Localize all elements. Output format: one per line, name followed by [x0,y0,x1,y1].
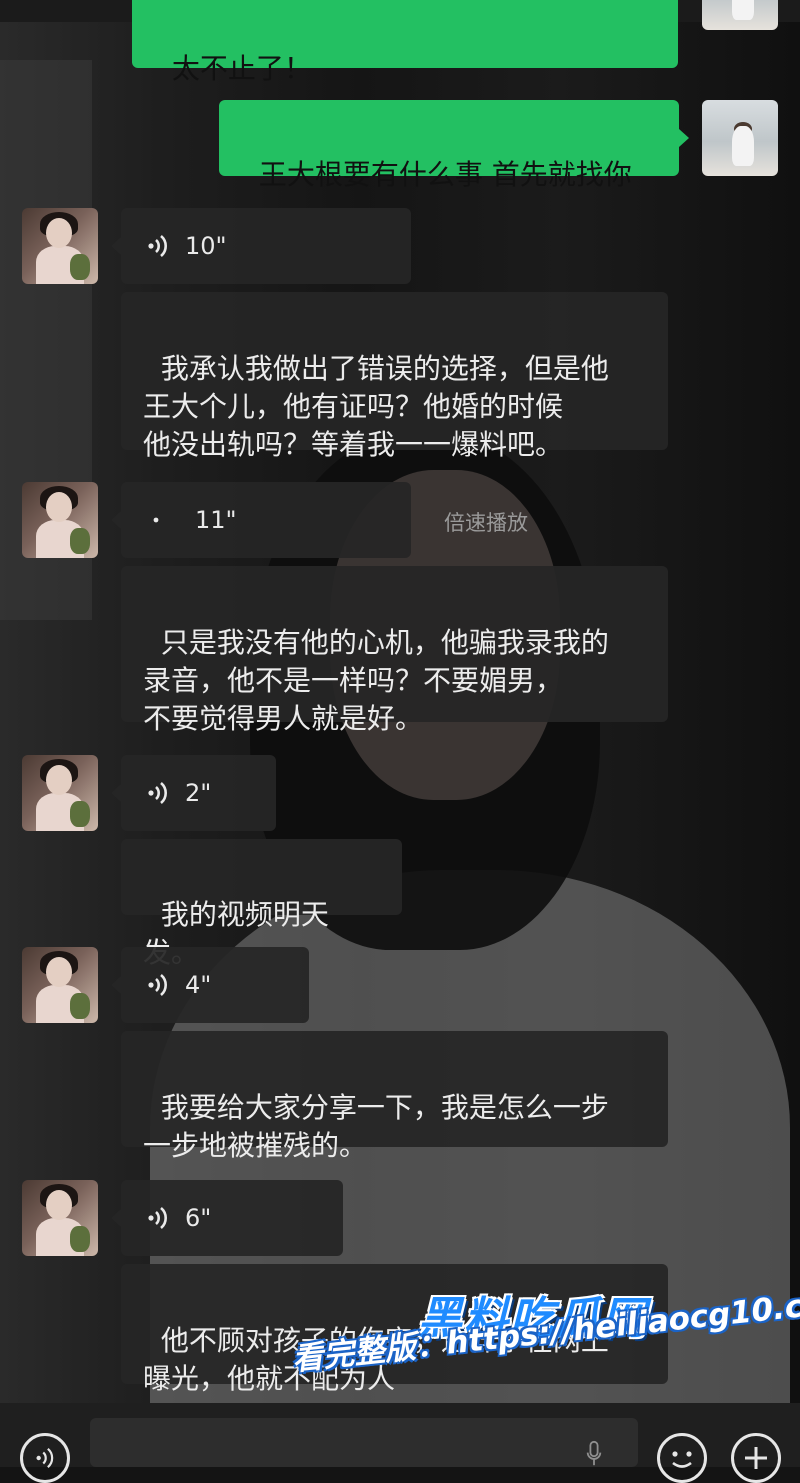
voice-message[interactable]: 10" [121,208,411,284]
avatar-face [46,957,72,987]
voice-wave-icon [148,782,167,804]
voice-wave-icon [153,517,159,523]
contact-avatar[interactable] [22,208,98,284]
received-message[interactable]: 我承认我做出了错误的选择，但是他 王大个儿，他有证吗？他婚的时候 他没出轨吗？等… [121,292,668,461]
message-input[interactable] [90,1418,638,1467]
message-text: 我承认我做出了错误的选择，但是他 王大个儿，他有证吗？他婚的时候 他没出轨吗？等… [143,352,609,461]
bubble-tail [111,1209,121,1227]
microphone-icon[interactable] [584,1440,604,1467]
bubble-tail [111,976,121,994]
voice-message[interactable]: 4" [121,947,309,1023]
message-text: 只是我没有他的心机，他骗我录我的 录音，他不是一样吗？不要媚男， 不要觉得男人就… [143,626,609,735]
speed-play-button[interactable]: 倍速播放 [444,507,528,537]
bubble-tail [111,784,121,802]
voice-duration: 2" [185,779,212,807]
avatar-figure [732,126,754,166]
emoji-icon[interactable] [657,1433,707,1483]
voice-message[interactable]: 11" [121,482,411,558]
bubble-tail [111,237,121,255]
contact-avatar[interactable] [22,1180,98,1256]
voice-wave-icon [148,1207,167,1229]
voice-duration: 6" [185,1204,212,1232]
message-text: 太不止了！ [171,52,312,85]
avatar-flowers [70,1226,90,1252]
avatar-face [46,218,72,248]
avatar-face [46,1190,72,1220]
voice-message[interactable]: 6" [121,1180,343,1256]
contact-avatar[interactable] [22,482,98,558]
message-text: 王大根要有什么事 首先就找你 [258,158,632,191]
voice-duration: 10" [185,232,227,260]
voice-wave-icon [148,235,167,257]
contact-avatar[interactable] [22,947,98,1023]
plus-icon[interactable] [731,1433,781,1483]
my-avatar[interactable] [702,0,778,30]
bubble-tail [111,511,121,529]
avatar-flowers [70,254,90,280]
avatar-flowers [70,528,90,554]
avatar-face [46,492,72,522]
avatar-face [46,765,72,795]
avatar-flowers [70,801,90,827]
voice-toggle-icon[interactable] [20,1433,70,1483]
voice-message[interactable]: 2" [121,755,276,831]
voice-duration: 4" [185,971,212,999]
my-avatar[interactable] [702,100,778,176]
voice-wave-icon [148,974,167,996]
sent-message[interactable]: 王大根要有什么事 首先就找你 [219,100,679,191]
contact-avatar[interactable] [22,755,98,831]
voice-duration: 11" [195,506,237,534]
bubble-tail [679,129,689,147]
received-message[interactable]: 我的视频明天发。 [121,839,402,969]
avatar-figure [732,0,754,20]
received-message[interactable]: 我要给大家分享一下，我是怎么一步 一步地被摧残的。 [121,1031,668,1162]
received-message[interactable]: 只是我没有他的心机，他骗我录我的 录音，他不是一样吗？不要媚男， 不要觉得男人就… [121,566,668,735]
avatar-flowers [70,993,90,1019]
sent-message[interactable]: 太不止了！ [132,0,678,85]
